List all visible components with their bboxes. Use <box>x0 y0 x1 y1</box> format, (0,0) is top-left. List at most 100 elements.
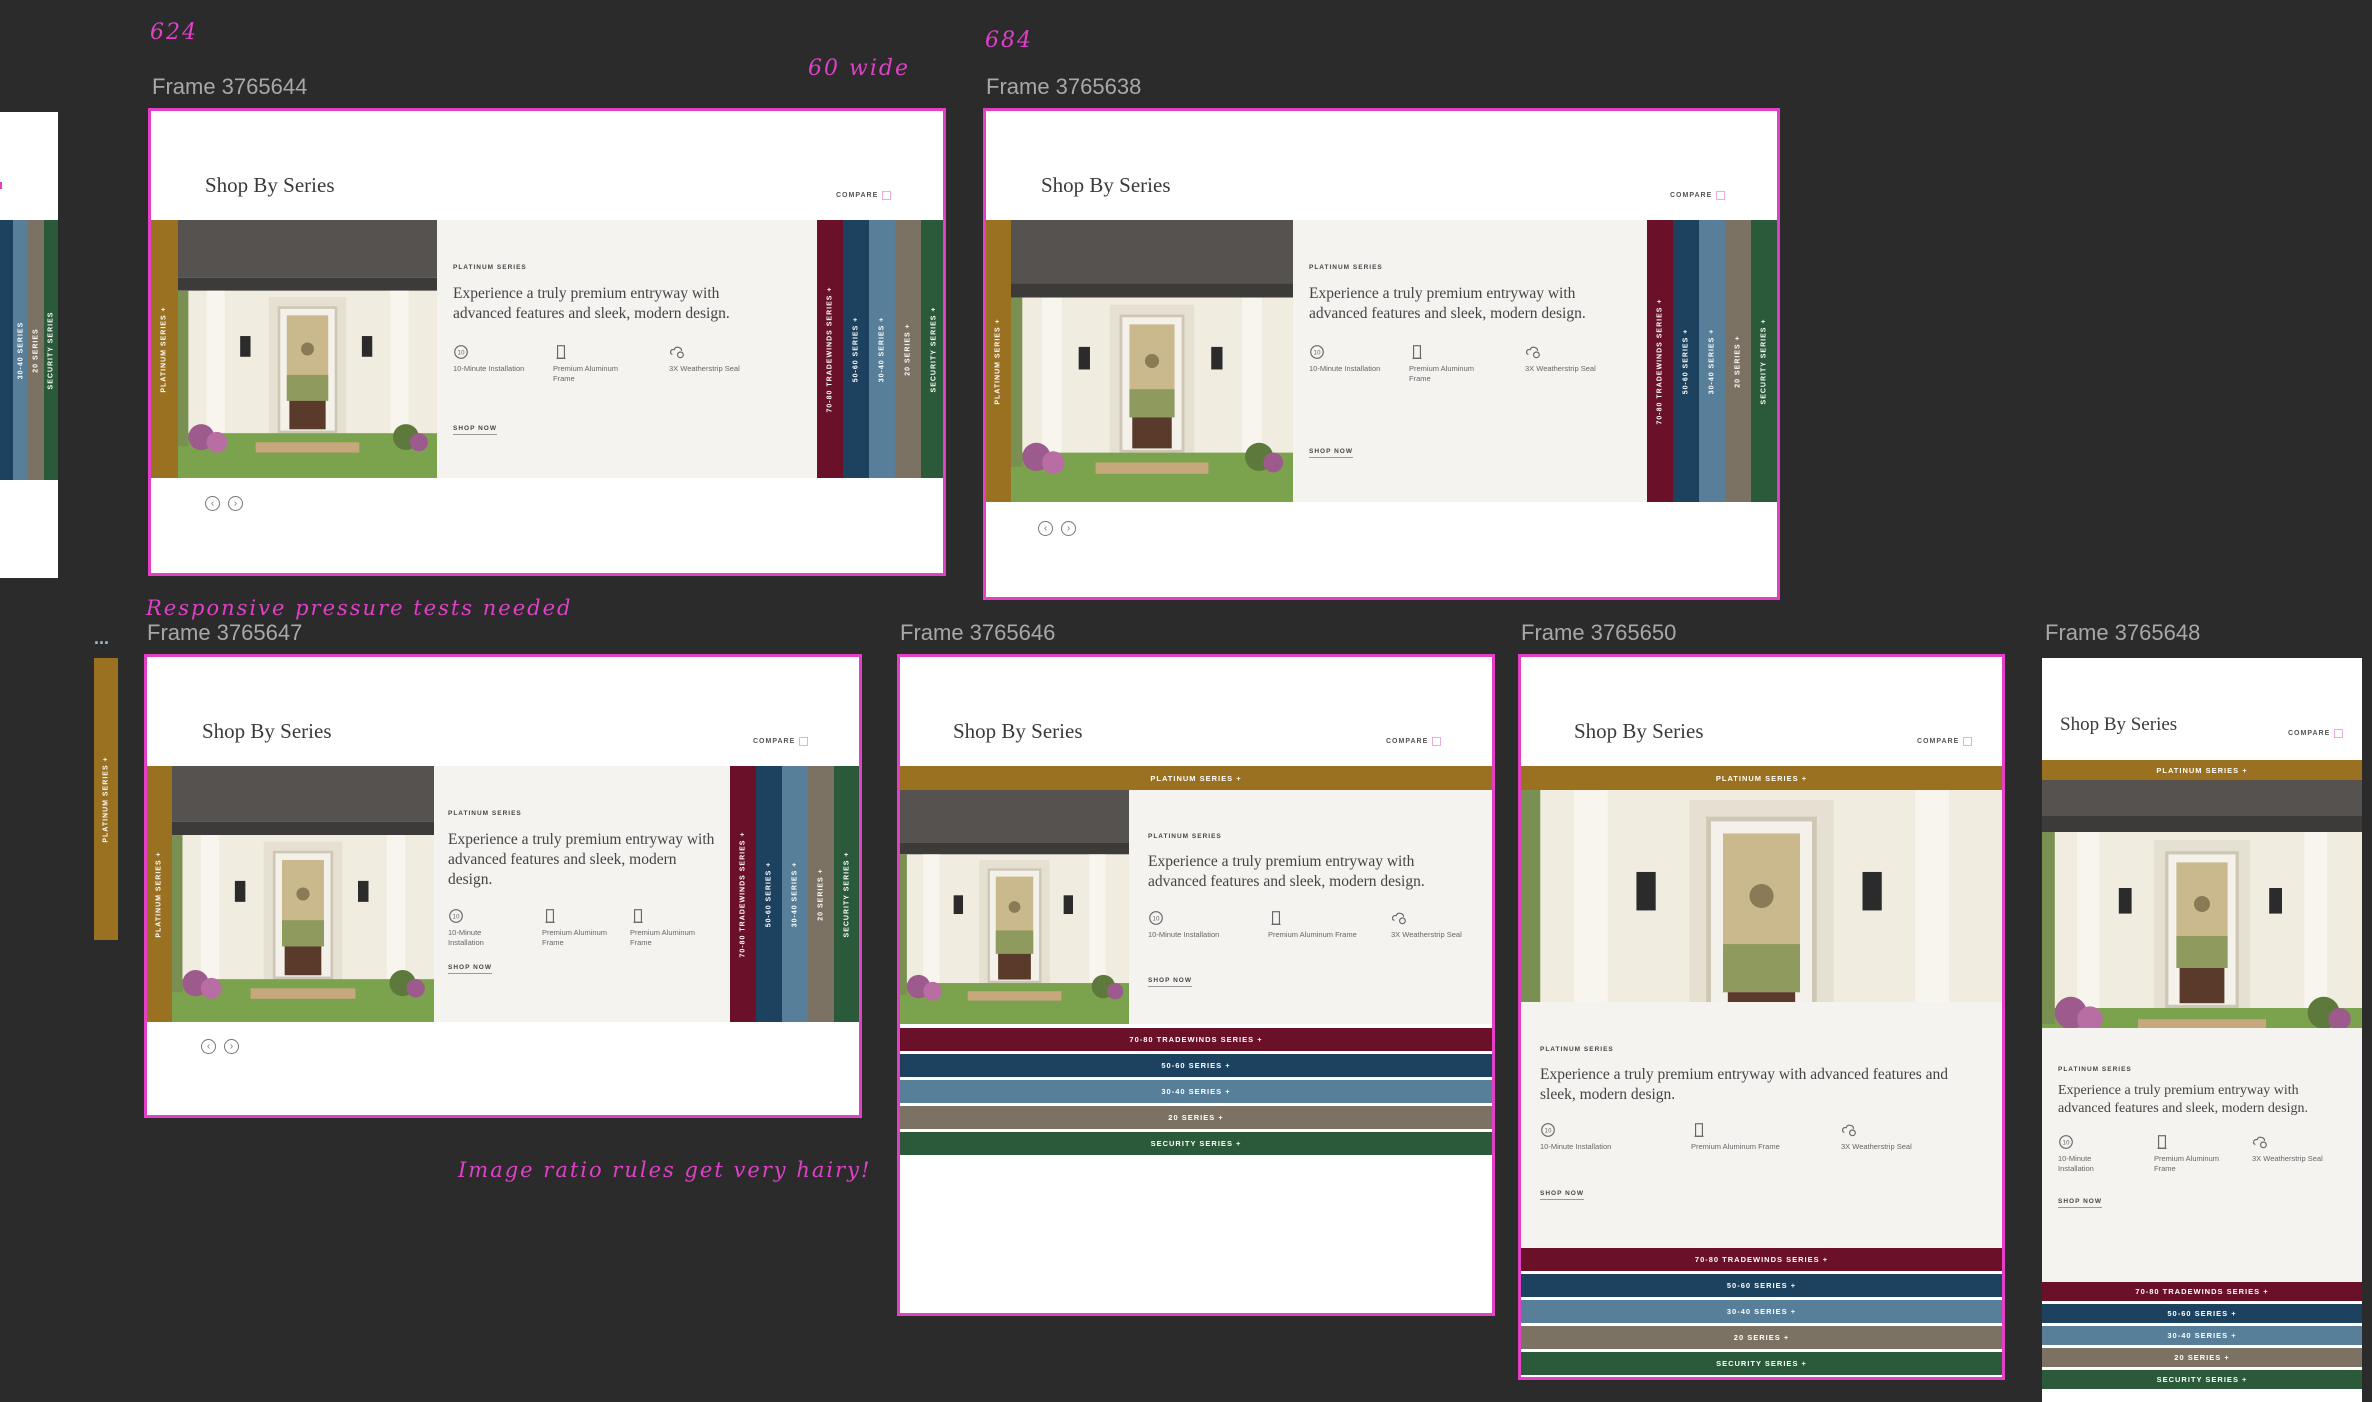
tab-50-60[interactable]: 50-60 SERIES + <box>1521 1274 2002 1297</box>
partial-tab-30-40[interactable]: 30-40 SERIES <box>13 220 28 480</box>
tab-70-80-tradewinds[interactable]: 70-80 TRADEWINDS SERIES + <box>817 220 843 478</box>
timer-icon <box>1148 910 1164 926</box>
tab-20[interactable]: 20 SERIES + <box>1521 1326 2002 1349</box>
tab-platinum-series[interactable]: PLATINUM SERIES + <box>147 766 172 1022</box>
tab-30-40[interactable]: 30-40 SERIES + <box>869 220 895 478</box>
frame-3765646: Shop By Series COMPARE PLATINUM SERIES +… <box>897 654 1495 1316</box>
tab-security[interactable]: SECURITY SERIES + <box>900 1132 1492 1155</box>
prev-arrow-button[interactable]: ‹ <box>201 1039 216 1054</box>
feature-frame: Premium Aluminum Frame <box>1691 1122 1811 1152</box>
weather-seal-icon <box>669 344 685 360</box>
series-label: PLATINUM SERIES <box>2058 1066 2132 1073</box>
shop-now-link[interactable]: SHOP NOW <box>1309 448 1353 458</box>
compare-checkbox <box>1432 737 1442 746</box>
tab-30-40[interactable]: 30-40 SERIES + <box>1699 220 1725 502</box>
tab-security[interactable]: SECURITY SERIES + <box>1521 1352 2002 1375</box>
tab-platinum-series[interactable]: PLATINUM SERIES + <box>900 766 1492 790</box>
compare-link[interactable]: COMPARE <box>1670 191 1726 200</box>
feature-frame: Premium Aluminum Frame <box>1268 910 1378 940</box>
prev-arrow-button[interactable]: ‹ <box>1038 521 1053 536</box>
content-panel: PLATINUM SERIES Experience a truly premi… <box>434 766 730 1022</box>
series-label: PLATINUM SERIES <box>1540 1046 1614 1053</box>
tab-50-60[interactable]: 50-60 SERIES + <box>756 766 782 1022</box>
tab-30-40[interactable]: 30-40 SERIES + <box>900 1080 1492 1103</box>
tab-security[interactable]: SECURITY SERIES + <box>2042 1370 2362 1389</box>
series-description: Experience a truly premium entryway with… <box>1309 285 1586 323</box>
partial-tab-security[interactable]: SECURITY SERIES <box>44 220 58 480</box>
content-panel: PLATINUM SERIES Experience a truly premi… <box>2042 1028 2362 1282</box>
compare-link[interactable]: COMPARE <box>1386 737 1442 746</box>
tab-50-60[interactable]: 50-60 SERIES + <box>843 220 869 478</box>
tab-security[interactable]: SECURITY SERIES + <box>834 766 859 1022</box>
compare-link[interactable]: COMPARE <box>2288 729 2344 738</box>
weather-seal-icon <box>1841 1122 1857 1138</box>
section-title: Shop By Series <box>1041 173 1171 197</box>
timer-icon <box>1309 344 1325 360</box>
timer-icon <box>1540 1122 1556 1138</box>
tab-70-80-tradewinds[interactable]: 70-80 TRADEWINDS SERIES + <box>1647 220 1673 502</box>
tab-platinum-series[interactable]: PLATINUM SERIES + <box>986 220 1011 502</box>
tab-20[interactable]: 20 SERIES + <box>895 220 921 478</box>
tab-20[interactable]: 20 SERIES + <box>900 1106 1492 1129</box>
feature-weatherstrip: 3X Weatherstrip Seal <box>669 344 769 374</box>
tab-70-80-tradewinds[interactable]: 70-80 TRADEWINDS SERIES + <box>1521 1248 2002 1271</box>
partial-frame-left: 30-40 SERIES 20 SERIES SECURITY SERIES <box>0 112 58 578</box>
content-panel: PLATINUM SERIES Experience a truly premi… <box>1521 1002 2002 1248</box>
shop-now-link[interactable]: SHOP NOW <box>448 964 492 974</box>
series-description: Experience a truly premium entryway with… <box>2058 1083 2308 1117</box>
isolated-platinum-tab[interactable]: PLATINUM SERIES + <box>94 658 118 940</box>
feature-frame: Premium Aluminum Frame <box>1409 344 1489 384</box>
carousel-arrows: ‹ › <box>201 1039 239 1054</box>
tab-20[interactable]: 20 SERIES + <box>1725 220 1751 502</box>
tab-20[interactable]: 20 SERIES + <box>2042 1348 2362 1367</box>
canvas: { "annotations": { "w624": "624", "w684"… <box>0 0 2372 1402</box>
shop-now-link[interactable]: SHOP NOW <box>1540 1190 1584 1200</box>
frame-3765648: Shop By Series COMPARE PLATINUM SERIES +… <box>2042 658 2362 1402</box>
series-description: Experience a truly premium entryway with… <box>448 831 715 889</box>
tab-30-40[interactable]: 30-40 SERIES + <box>2042 1326 2362 1345</box>
carousel-arrows: ‹ › <box>205 496 243 511</box>
shop-now-link[interactable]: SHOP NOW <box>453 425 497 435</box>
tab-30-40[interactable]: 30-40 SERIES + <box>782 766 808 1022</box>
tab-70-80-tradewinds[interactable]: 70-80 TRADEWINDS SERIES + <box>900 1028 1492 1051</box>
prev-arrow-button[interactable]: ‹ <box>205 496 220 511</box>
next-arrow-button[interactable]: › <box>224 1039 239 1054</box>
feature-installation: 10-Minute Installation <box>1309 344 1399 374</box>
frame-label-3765644: Frame 3765644 <box>152 74 308 99</box>
timer-icon <box>453 344 469 360</box>
compare-checkbox <box>1716 191 1726 200</box>
tab-70-80-tradewinds[interactable]: 70-80 TRADEWINDS SERIES + <box>2042 1282 2362 1301</box>
feature-weatherstrip: 3X Weatherstrip Seal <box>1391 910 1491 940</box>
tab-platinum-series[interactable]: PLATINUM SERIES + <box>151 220 178 478</box>
tab-50-60[interactable]: 50-60 SERIES + <box>900 1054 1492 1077</box>
shop-now-link[interactable]: SHOP NOW <box>2058 1198 2102 1208</box>
compare-link[interactable]: COMPARE <box>753 737 809 746</box>
compare-link[interactable]: COMPARE <box>1917 737 1973 746</box>
frame-label-3765638: Frame 3765638 <box>986 74 1142 99</box>
tab-security[interactable]: SECURITY SERIES + <box>1751 220 1777 502</box>
tab-platinum-series[interactable]: PLATINUM SERIES + <box>1521 766 2002 790</box>
series-label: PLATINUM SERIES <box>448 810 522 817</box>
tab-70-80-tradewinds[interactable]: 70-80 TRADEWINDS SERIES + <box>730 766 756 1022</box>
section-title: Shop By Series <box>205 173 335 197</box>
tab-30-40[interactable]: 30-40 SERIES + <box>1521 1300 2002 1323</box>
compare-checkbox <box>1963 737 1973 746</box>
series-label: PLATINUM SERIES <box>1309 264 1383 271</box>
shop-now-link[interactable]: SHOP NOW <box>1148 977 1192 987</box>
tab-platinum-series[interactable]: PLATINUM SERIES + <box>2042 760 2362 780</box>
feature-weatherstrip: 3X Weatherstrip Seal <box>2252 1134 2352 1164</box>
partial-tab-50-60[interactable] <box>0 220 13 480</box>
tab-50-60[interactable]: 50-60 SERIES + <box>2042 1304 2362 1323</box>
next-arrow-button[interactable]: › <box>1061 521 1076 536</box>
next-arrow-button[interactable]: › <box>228 496 243 511</box>
feature-installation: 10-Minute Installation <box>1540 1122 1660 1152</box>
tab-security[interactable]: SECURITY SERIES + <box>921 220 943 478</box>
partial-tab-20[interactable]: 20 SERIES <box>28 220 44 480</box>
section-title: Shop By Series <box>202 719 332 743</box>
feature-frame-2: Premium Aluminum Frame <box>630 908 700 948</box>
section-title: Shop By Series <box>1574 719 1704 743</box>
timer-icon <box>2058 1134 2074 1150</box>
tab-20[interactable]: 20 SERIES + <box>808 766 834 1022</box>
tab-50-60[interactable]: 50-60 SERIES + <box>1673 220 1699 502</box>
compare-link[interactable]: COMPARE <box>836 191 892 200</box>
